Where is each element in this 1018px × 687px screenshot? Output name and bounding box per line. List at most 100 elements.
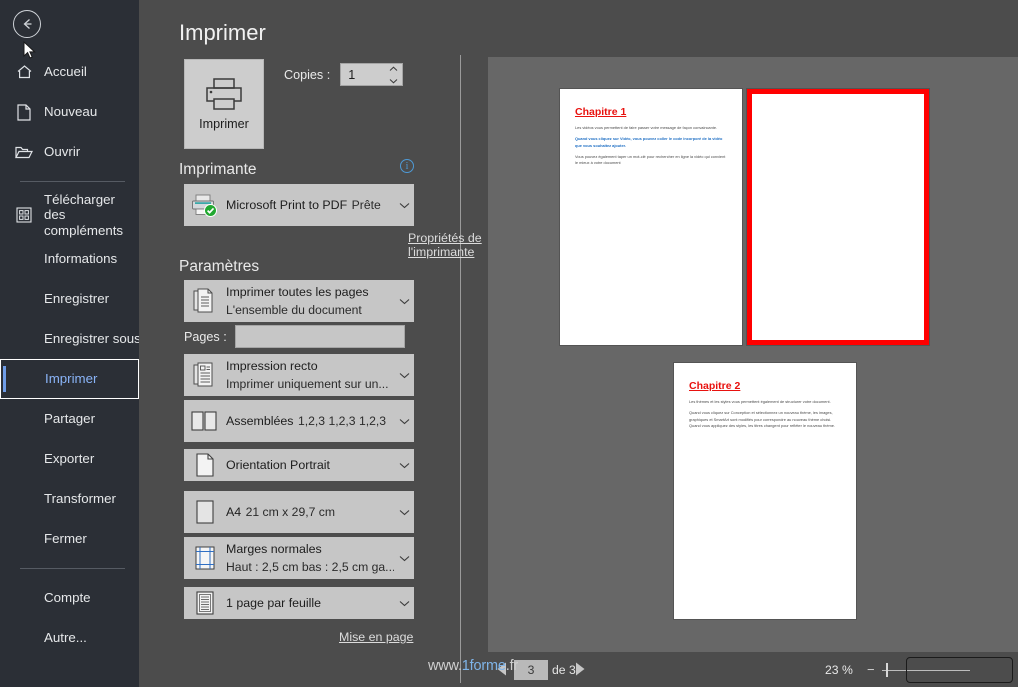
printer-icon — [206, 78, 242, 110]
sidebar-item-nouveau[interactable]: Nouveau — [0, 92, 139, 132]
sidebar-item-label: Accueil — [44, 64, 87, 80]
sidebar-item-transformer[interactable]: Transformer — [0, 479, 139, 519]
addins-grid-icon — [14, 207, 34, 223]
paper-size-line1: A4 — [226, 505, 242, 519]
printer-properties-link[interactable]: Propriétés de l'imprimante — [408, 231, 488, 259]
sidebar-item-imprimer[interactable]: Imprimer — [0, 359, 139, 399]
page-2-content: Chapitre 2 Les thèmes et les styles vous… — [674, 363, 856, 429]
sidebar-item-label: Compte — [44, 590, 91, 606]
zoom-slider-thumb[interactable] — [886, 663, 888, 677]
sidebar-item-label: Ouvrir — [44, 144, 81, 160]
nav-item-list: Accueil Nouveau Ouvrir Télécharger des c… — [0, 52, 141, 658]
preview-page-2[interactable]: Chapitre 2 Les thèmes et les styles vous… — [674, 363, 856, 619]
print-range-select[interactable]: Imprimer toutes les pages L'ensemble du … — [184, 280, 414, 322]
preview-page-1[interactable]: Chapitre 1 Les vidéos vous permettent de… — [560, 89, 742, 345]
preview-page-3[interactable] — [747, 89, 929, 345]
sidebar-item-compte[interactable]: Compte — [0, 578, 139, 618]
page-1-paragraph-2: Quand vous cliquez sur Vidéo, vous pouve… — [575, 136, 723, 148]
print-settings-panel: Imprimer Imprimer Copies : 1 Imprimante … — [139, 0, 553, 687]
sidebar-item-fermer[interactable]: Fermer — [0, 519, 139, 559]
paper-size-icon — [190, 500, 220, 524]
chevron-down-icon[interactable] — [394, 372, 414, 379]
document-preview-pane[interactable]: Chapitre 1 Les vidéos vous permettent de… — [488, 57, 1018, 652]
collate-select[interactable]: Assemblées 1,2,3 1,2,3 1,2,3 — [184, 400, 414, 442]
duplex-select[interactable]: Impression recto Imprimer uniquement sur… — [184, 354, 414, 396]
print-button[interactable]: Imprimer — [184, 59, 264, 149]
collate-line1: Assemblées — [226, 414, 294, 428]
new-document-icon — [14, 103, 34, 121]
paper-size-line2: 21 cm x 29,7 cm — [245, 505, 336, 519]
one-sided-icon — [190, 362, 220, 388]
pages-per-sheet-icon — [190, 591, 220, 615]
chevron-down-icon[interactable] — [394, 202, 414, 209]
spinner-arrows[interactable] — [389, 66, 398, 84]
next-page-arrow-icon — [576, 662, 585, 676]
back-button[interactable] — [13, 10, 41, 38]
sidebar-item-exporter[interactable]: Exporter — [0, 439, 139, 479]
printer-select[interactable]: Microsoft Print to PDF Prête — [184, 184, 414, 226]
chevron-down-icon[interactable] — [394, 600, 414, 607]
chevron-down-icon[interactable] — [389, 78, 398, 84]
pages-row: Pages : — [184, 325, 405, 348]
orientation-text: Orientation Portrait — [220, 456, 394, 474]
printer-ready-icon — [190, 193, 220, 217]
pages-per-sheet-line1: 1 page par feuille — [226, 596, 322, 610]
page-1-paragraph-1: Les vidéos vous permettent de faire pass… — [575, 125, 718, 130]
pages-per-sheet-select[interactable]: 1 page par feuille — [184, 587, 414, 619]
zoom-level-label: 23 % — [825, 663, 853, 677]
chevron-down-icon[interactable] — [394, 555, 414, 562]
paper-size-select[interactable]: A4 21 cm x 29,7 cm — [184, 491, 414, 533]
page-1-paragraph-3: Vous pouvez également taper un mot-clé p… — [575, 153, 726, 166]
collate-icon — [190, 410, 220, 432]
zoom-out-button[interactable]: − — [867, 663, 875, 676]
collate-line2: 1,2,3 1,2,3 1,2,3 — [297, 414, 387, 428]
sidebar-item-label: Partager — [44, 411, 95, 427]
orientation-select[interactable]: Orientation Portrait — [184, 449, 414, 481]
copies-stepper[interactable]: 1 — [340, 63, 404, 86]
home-icon — [14, 64, 34, 80]
sidebar-item-partager[interactable]: Partager — [0, 399, 139, 439]
sidebar-item-telecharger-complements[interactable]: Télécharger des compléments — [0, 191, 139, 239]
back-arrow-icon — [23, 19, 32, 29]
sidebar-item-informations[interactable]: Informations — [0, 239, 139, 279]
chevron-down-icon[interactable] — [394, 462, 414, 469]
sidebar-item-label: Nouveau — [44, 104, 98, 120]
nav-divider-2 — [20, 568, 125, 569]
current-page-value: 3 — [527, 663, 535, 677]
margins-line1: Marges normales — [226, 542, 322, 556]
duplex-line2: Imprimer uniquement sur un... — [226, 377, 389, 391]
print-button-label: Imprimer — [199, 117, 249, 131]
chevron-down-icon[interactable] — [394, 418, 414, 425]
sidebar-item-label: Informations — [44, 251, 118, 267]
previous-page-button[interactable] — [497, 662, 507, 681]
margins-select[interactable]: Marges normales Haut : 2,5 cm bas : 2,5 … — [184, 537, 414, 579]
printer-status: Prête — [351, 198, 381, 212]
chevron-up-icon[interactable] — [389, 66, 398, 72]
sidebar-item-ouvrir[interactable]: Ouvrir — [0, 132, 139, 172]
page-2-paragraph-1: Les thèmes et les styles vous permettent… — [689, 399, 831, 404]
copies-label: Copies : — [284, 67, 331, 82]
sidebar-item-enregistrer-sous[interactable]: Enregistrer sous — [0, 319, 141, 359]
page-1-content: Chapitre 1 Les vidéos vous permettent de… — [560, 89, 742, 167]
duplex-line1: Impression recto — [226, 359, 318, 373]
previous-page-arrow-icon — [497, 662, 506, 676]
sidebar-item-autre[interactable]: Autre... — [0, 618, 139, 658]
printer-section-title: Imprimante — [179, 161, 257, 178]
panel-divider — [460, 55, 461, 683]
sidebar-item-enregistrer[interactable]: Enregistrer — [0, 279, 139, 319]
backstage-navigation: Accueil Nouveau Ouvrir Télécharger des c… — [0, 0, 141, 687]
parameters-section-title: Paramètres — [179, 258, 260, 275]
margins-line2: Haut : 2,5 cm bas : 2,5 cm ga... — [226, 560, 394, 574]
pages-label: Pages : — [184, 329, 227, 344]
printer-info-icon[interactable]: i — [400, 159, 414, 173]
page-2-title: Chapitre 2 — [689, 380, 741, 392]
page-setup-link[interactable]: Mise en page — [339, 630, 413, 644]
next-page-button[interactable] — [575, 662, 585, 681]
zoom-to-page-button[interactable] — [906, 657, 1013, 683]
current-page-input[interactable]: 3 — [514, 660, 548, 680]
chevron-down-icon[interactable] — [394, 298, 414, 305]
pages-per-sheet-text: 1 page par feuille — [220, 594, 394, 612]
sidebar-item-accueil[interactable]: Accueil — [0, 52, 139, 92]
pages-input[interactable] — [234, 325, 405, 348]
chevron-down-icon[interactable] — [394, 509, 414, 516]
